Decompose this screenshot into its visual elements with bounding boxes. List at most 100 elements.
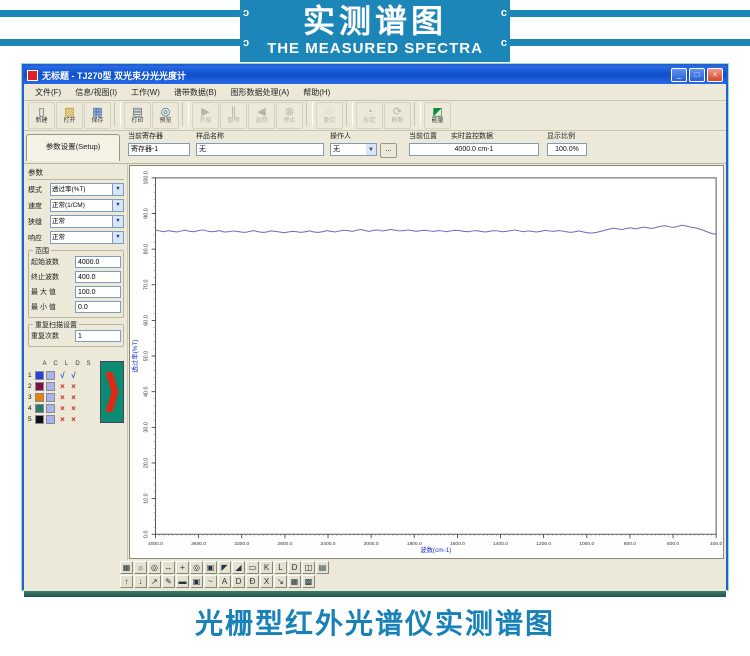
graph-tool-button[interactable]: ▤ bbox=[316, 561, 329, 574]
toolbar-button-打开[interactable]: ▨打开 bbox=[56, 102, 83, 129]
graph-tool-button[interactable]: + bbox=[176, 561, 189, 574]
graph-tool-button[interactable]: A bbox=[218, 575, 231, 588]
chevron-down-icon[interactable]: ▼ bbox=[112, 232, 123, 243]
legend-row[interactable]: 2×× bbox=[28, 381, 94, 392]
graph-tool-button[interactable]: ◫ bbox=[302, 561, 315, 574]
legend-arrow-panel[interactable] bbox=[100, 361, 124, 423]
legend-secondary-swatch[interactable] bbox=[46, 382, 55, 391]
legend-secondary-swatch[interactable] bbox=[46, 371, 55, 380]
legend-color-swatch[interactable] bbox=[35, 404, 44, 413]
maximize-button[interactable]: □ bbox=[689, 68, 705, 82]
graph-tool-button[interactable]: ◢ bbox=[232, 561, 245, 574]
graph-tool-button[interactable]: ◤ bbox=[218, 561, 231, 574]
minimize-button[interactable]: _ bbox=[671, 68, 687, 82]
graph-tool-button[interactable]: ▩ bbox=[302, 575, 315, 588]
toolbar-label: 预览 bbox=[159, 118, 171, 125]
x-icon[interactable]: × bbox=[68, 404, 79, 414]
field-input[interactable]: 100.0 bbox=[75, 286, 121, 298]
graph-tool-button[interactable]: ↗ bbox=[148, 575, 161, 588]
menu-item[interactable]: 图形数据处理(A) bbox=[224, 87, 297, 98]
current-register-label: 当前寄存器 bbox=[128, 131, 190, 143]
toolbar-button-打印[interactable]: ▤打印 bbox=[124, 102, 151, 129]
param-select[interactable]: 正常 ▼ bbox=[50, 215, 124, 228]
x-icon[interactable]: × bbox=[57, 404, 68, 414]
x-icon[interactable]: × bbox=[57, 415, 68, 425]
graph-tool-button[interactable]: L bbox=[274, 561, 287, 574]
legend-secondary-swatch[interactable] bbox=[46, 393, 55, 402]
toolbar-button-保存[interactable]: ▦保存 bbox=[84, 102, 111, 129]
menu-item[interactable]: 文件(F) bbox=[28, 87, 68, 98]
check-icon[interactable]: √ bbox=[68, 371, 79, 381]
graph-tool-button[interactable]: ↔ bbox=[162, 561, 175, 574]
graph-tool-button[interactable]: ▣ bbox=[204, 561, 217, 574]
graph-tool-button[interactable]: ~ bbox=[204, 575, 217, 588]
sample-name-field[interactable]: 无 bbox=[196, 143, 324, 156]
legend-color-swatch[interactable] bbox=[35, 415, 44, 424]
graph-tool-button[interactable]: ✎ bbox=[162, 575, 175, 588]
x-icon[interactable]: × bbox=[57, 393, 68, 403]
x-icon[interactable]: × bbox=[68, 382, 79, 392]
graph-tool-button[interactable]: ↑ bbox=[120, 575, 133, 588]
legend-color-swatch[interactable] bbox=[35, 371, 44, 380]
check-icon[interactable]: √ bbox=[57, 371, 68, 381]
x-icon[interactable]: × bbox=[57, 382, 68, 392]
legend-secondary-swatch[interactable] bbox=[46, 404, 55, 413]
legend-row[interactable]: 1√√ bbox=[28, 370, 94, 381]
chevron-down-icon[interactable]: ▼ bbox=[112, 216, 123, 227]
x-icon[interactable]: × bbox=[68, 415, 79, 425]
legend-row[interactable]: 3×× bbox=[28, 392, 94, 403]
operator-combo[interactable]: 无 ▼ bbox=[330, 143, 377, 156]
window-body: 参数 模式 透过率(%T) ▼速度 正常(1/CM) ▼狭缝 正常 ▼响应 正常… bbox=[24, 164, 726, 560]
current-register-field[interactable]: 寄存器-1 bbox=[128, 143, 190, 156]
graph-tool-button[interactable]: ▬ bbox=[176, 575, 189, 588]
graph-tool-button[interactable]: K bbox=[260, 561, 273, 574]
graph-tool-button[interactable]: ↓ bbox=[134, 575, 147, 588]
legend-row[interactable]: 4×× bbox=[28, 403, 94, 414]
field-input[interactable]: 4000.0 bbox=[75, 256, 121, 268]
graph-tool-button[interactable]: ▦ bbox=[288, 575, 301, 588]
tab-parameter-setup[interactable]: 参数设置(Setup) bbox=[26, 134, 120, 161]
graph-tool-button[interactable]: X bbox=[260, 575, 273, 588]
field-input[interactable]: 1 bbox=[75, 330, 121, 342]
field-input[interactable]: 400.0 bbox=[75, 271, 121, 283]
toolbar-icon: ∥ bbox=[231, 106, 237, 118]
legend-row-index: 5 bbox=[28, 416, 35, 423]
chevron-down-icon[interactable]: ▼ bbox=[366, 143, 377, 156]
x-icon[interactable]: × bbox=[68, 393, 79, 403]
param-select[interactable]: 正常(1/CM) ▼ bbox=[50, 199, 124, 212]
legend-column-label: D bbox=[72, 361, 83, 370]
browse-button[interactable]: ... bbox=[380, 143, 397, 158]
param-select[interactable]: 正常 ▼ bbox=[50, 231, 124, 244]
legend-color-swatch[interactable] bbox=[35, 393, 44, 402]
graph-tool-button[interactable]: Ð bbox=[246, 575, 259, 588]
toolbar-separator bbox=[414, 102, 421, 126]
graph-tool-button[interactable]: ▣ bbox=[190, 575, 203, 588]
toolbar-button-新建[interactable]: ▯新建 bbox=[28, 102, 55, 129]
spectrum-chart[interactable]: 100.090.080.070.060.050.040.030.020.010.… bbox=[129, 165, 724, 559]
graph-tool-button[interactable]: ☼ bbox=[134, 561, 147, 574]
chevron-down-icon[interactable]: ▼ bbox=[112, 184, 123, 195]
chevron-down-icon[interactable]: ▼ bbox=[112, 200, 123, 211]
legend-color-swatch[interactable] bbox=[35, 382, 44, 391]
param-select[interactable]: 透过率(%T) ▼ bbox=[50, 183, 124, 196]
graph-tool-button[interactable]: ▭ bbox=[246, 561, 259, 574]
field-input[interactable]: 0.0 bbox=[75, 301, 121, 313]
menu-item[interactable]: 帮助(H) bbox=[296, 87, 337, 98]
graph-tool-button[interactable]: ▦ bbox=[120, 561, 133, 574]
toolbar-button-预览[interactable]: ◎预览 bbox=[152, 102, 179, 129]
graph-tool-button[interactable]: D bbox=[232, 575, 245, 588]
menu-item[interactable]: 谱带数据(B) bbox=[167, 87, 224, 98]
graph-tool-button[interactable]: ◎ bbox=[190, 561, 203, 574]
title-bar[interactable]: 无标题 - TJ270型 双光束分光光度计 _ □ × bbox=[24, 66, 726, 84]
close-button[interactable]: × bbox=[707, 68, 723, 82]
menu-item[interactable]: 信息/视图(I) bbox=[68, 87, 124, 98]
graph-tool-button[interactable]: ◎ bbox=[148, 561, 161, 574]
menu-item[interactable]: 工作(W) bbox=[124, 87, 167, 98]
graph-tool-button[interactable]: D bbox=[288, 561, 301, 574]
legend-secondary-swatch[interactable] bbox=[46, 415, 55, 424]
toolbar-button-返回: ◀返回 bbox=[248, 102, 275, 129]
legend-row[interactable]: 5 ×× bbox=[28, 414, 94, 425]
display-scale-label: 显示比例 bbox=[547, 131, 587, 143]
graph-tool-button[interactable]: ↘ bbox=[274, 575, 287, 588]
toolbar-button-能量[interactable]: ◩能量 bbox=[424, 102, 451, 129]
